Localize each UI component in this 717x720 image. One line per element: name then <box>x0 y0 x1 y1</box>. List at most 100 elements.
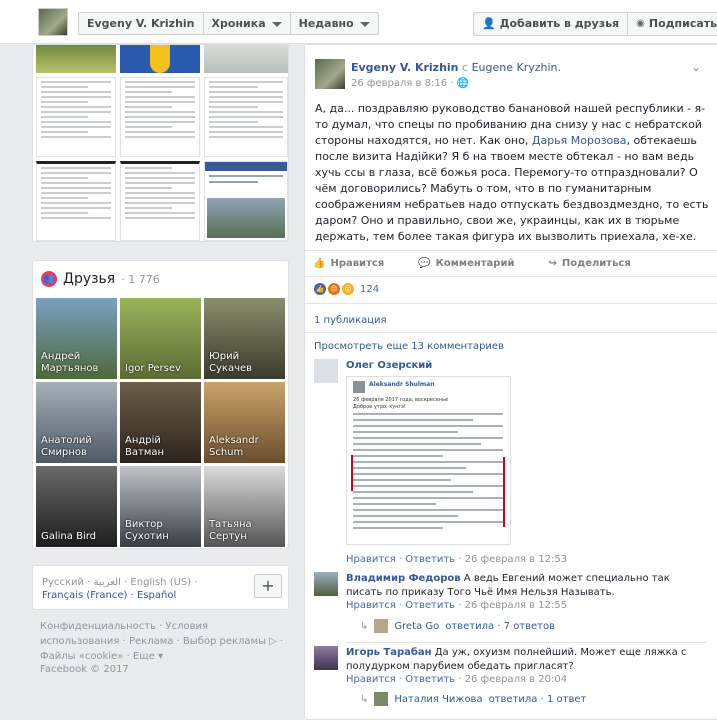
post-author-avatar[interactable] <box>315 59 345 89</box>
comment-author-link[interactable]: Олег Озерский <box>346 360 432 371</box>
comment-reply-link[interactable]: Ответить <box>405 554 455 565</box>
photos-panel <box>32 44 289 242</box>
post-author-line: Evgeny V. Krizhin с Eugene Kryzhin. <box>351 61 561 74</box>
friend-tile[interactable]: Андрій Ватман <box>120 382 201 463</box>
footer-links[interactable]: Конфиденциальность · Условия использован… <box>40 619 290 664</box>
comment-icon: 💬 <box>418 258 431 269</box>
friends-icon: 👥 <box>41 271 57 287</box>
comment-like-link[interactable]: Нравится <box>346 600 396 611</box>
comment-like-link[interactable]: Нравится <box>346 674 396 685</box>
comment-author-link[interactable]: Владимир Федоров <box>346 573 461 584</box>
photo-thumb[interactable] <box>120 161 200 241</box>
photo-thumb[interactable] <box>36 45 116 73</box>
friend-tile[interactable]: Юрий Сукачев <box>204 298 285 379</box>
photo-thumb[interactable] <box>204 45 288 73</box>
photo-header-strip <box>205 162 287 171</box>
comment-reply-link[interactable]: Ответить <box>405 600 455 611</box>
angry-reaction-icon: 😠 <box>328 283 340 295</box>
add-language-button[interactable]: + <box>254 574 282 598</box>
commenter-avatar[interactable] <box>314 359 338 383</box>
profile-avatar[interactable] <box>38 8 68 36</box>
comment-time[interactable]: 26 февраля в 12:55 <box>465 600 567 611</box>
globe-icon: 🌐 <box>456 78 470 89</box>
like-reaction-icon: 👍 <box>314 283 326 295</box>
photo-thumb[interactable] <box>36 161 116 241</box>
embedded-greeting: Доброе утро, кунгэ! <box>353 404 406 410</box>
share-button[interactable]: ↪ Поделиться <box>548 251 630 276</box>
shares-link[interactable]: 1 публикация <box>314 315 387 326</box>
embedded-avatar <box>353 381 365 393</box>
photo-thumb[interactable] <box>204 161 288 241</box>
post-text-part: , обтекаешь после визита Надійки? Я б на… <box>315 134 709 243</box>
divider <box>305 303 717 304</box>
language-list[interactable]: Русский · العربية · English (US) · Franç… <box>42 576 252 602</box>
divider <box>305 332 717 333</box>
friends-title: Друзья <box>63 271 116 287</box>
replier-name: Наталия Чижова <box>394 693 483 705</box>
replier-avatar <box>374 692 389 706</box>
profile-name-link[interactable]: Evgeny V. Krizhin <box>79 13 204 34</box>
post-with-prefix: с <box>462 61 469 74</box>
friend-tile[interactable]: Татьяна Сертун <box>204 466 285 547</box>
comment-button[interactable]: 💬 Комментарий <box>418 251 514 276</box>
comment-meta: Нравится · Ответить · 26 февраля в 20:04 <box>346 674 568 685</box>
friend-name: Андрей Мартьянов <box>41 351 99 374</box>
post-timestamp[interactable]: 26 февраля в 8:16 · <box>351 78 453 89</box>
post-with-link[interactable]: Eugene Kryzhin. <box>472 61 561 74</box>
comment-image[interactable]: Aleksandr Shulman 26 февраля 2017 года, … <box>346 376 511 545</box>
like-button[interactable]: 👍 Нравится <box>313 251 384 276</box>
friend-name: Юрий Сукачев <box>209 351 253 374</box>
divider <box>305 276 717 277</box>
comment-reply-link[interactable]: Ответить <box>405 674 455 685</box>
photo-thumb[interactable] <box>120 77 200 157</box>
friend-name: Igor Persev <box>125 363 181 374</box>
friend-tile[interactable]: Андрей Мартьянов <box>36 298 117 379</box>
photo-thumb[interactable] <box>120 45 200 73</box>
photo-image <box>207 198 285 238</box>
view-more-comments-link[interactable]: Просмотреть еще 13 комментариев <box>314 341 504 352</box>
photo-thumb[interactable] <box>36 77 116 157</box>
comment-time[interactable]: 26 февраля в 20:04 <box>465 674 567 685</box>
friend-tile[interactable]: Анатолий Смирнов <box>36 382 117 463</box>
language-line-1[interactable]: Русский · العربية · English (US) · <box>42 576 252 589</box>
chevron-down-icon <box>359 21 370 27</box>
friend-tile[interactable]: Galina Bird <box>36 466 117 547</box>
comment-author-link[interactable]: Игорь Тарабан <box>346 647 432 658</box>
rss-icon: ◉ <box>636 18 645 29</box>
embedded-name: Aleksandr Shulman <box>369 381 435 388</box>
add-friend-button[interactable]: 👤 Добавить в друзья <box>474 13 629 35</box>
share-icon: ↪ <box>548 258 557 269</box>
post-options-chevron-icon[interactable]: ⌄ <box>691 60 701 74</box>
like-label: Нравится <box>330 258 385 269</box>
replies-link[interactable]: ↳ Greta Go ответила · 7 ответов <box>360 619 555 633</box>
language-panel: Русский · العربية · English (US) · Franç… <box>32 565 289 610</box>
mention-link[interactable]: Дарья Морозова <box>532 134 627 147</box>
post-text: А, да... поздравляю руководство бананово… <box>315 101 713 245</box>
red-highlight-mark <box>503 457 505 527</box>
friend-name: Андрій Ватман <box>125 435 165 458</box>
trident-icon <box>150 45 170 73</box>
reactions-summary[interactable]: 👍 😠 😮 124 <box>314 283 379 295</box>
friend-tile[interactable]: Aleksandr Schum <box>204 382 285 463</box>
timeline-dropdown[interactable]: Хроника <box>204 13 291 34</box>
sort-label: Недавно <box>298 17 354 30</box>
comment-like-link[interactable]: Нравится <box>346 554 396 565</box>
commenter-avatar[interactable] <box>314 646 338 670</box>
wow-reaction-icon: 😮 <box>342 283 354 295</box>
reply-arrow-icon: ↳ <box>360 693 369 705</box>
commenter-avatar[interactable] <box>314 572 338 596</box>
share-label: Поделиться <box>561 258 631 269</box>
photo-thumb[interactable] <box>204 77 288 157</box>
replies-link[interactable]: ↳ Наталия Чижова ответила · 1 ответ <box>360 692 586 706</box>
subscribe-button[interactable]: ◉Подписаться <box>628 13 717 35</box>
post-author-link[interactable]: Evgeny V. Krizhin <box>351 61 459 74</box>
friend-tile[interactable]: Igor Persev <box>120 298 201 379</box>
friend-tile[interactable]: Виктор Сухотин <box>120 466 201 547</box>
profile-name-label: Evgeny V. Krizhin <box>87 17 195 30</box>
language-line-2[interactable]: Français (France) · Español <box>42 589 252 602</box>
comment-time[interactable]: 26 февраля в 12:53 <box>465 554 567 565</box>
reaction-count[interactable]: 124 <box>360 284 379 295</box>
sort-dropdown[interactable]: Недавно <box>291 13 378 34</box>
subscribe-label: Подписаться <box>648 17 717 30</box>
friends-header[interactable]: 👥 Друзья · 1 776 <box>41 271 160 287</box>
